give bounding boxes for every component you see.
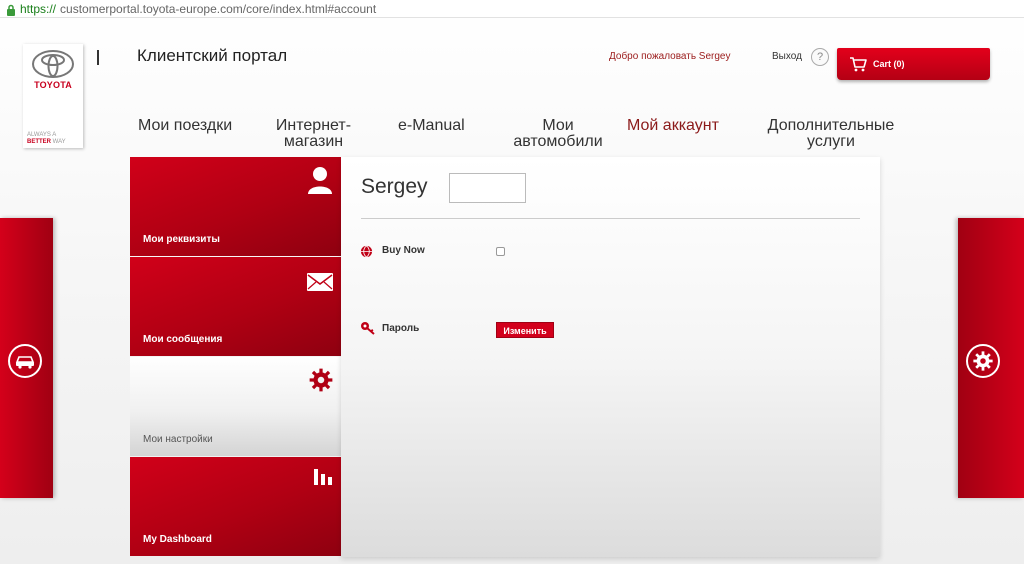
user-name-heading: Sergey	[361, 175, 428, 198]
cart-icon	[850, 57, 867, 72]
url-text: customerportal.toyota-europe.com/core/in…	[60, 1, 377, 16]
nav-item-online-shop[interactable]: Интернет-магазин	[266, 118, 361, 150]
globe-icon	[360, 245, 373, 263]
portal-title: Клиентский портал	[137, 46, 288, 65]
logo-brand-text: TOYOTA	[34, 80, 72, 90]
bar-chart-icon	[312, 465, 334, 490]
car-icon[interactable]	[8, 344, 42, 378]
settings-panel: Sergey Buy Now Пароль Изменить	[341, 157, 880, 557]
user-icon	[306, 165, 334, 198]
welcome-link[interactable]: Добро пожаловать Sergey	[609, 51, 731, 62]
nav-item-my-trips[interactable]: Мои поездки	[138, 118, 232, 134]
browser-url-bar[interactable]: https://customerportal.toyota-europe.com…	[0, 0, 1024, 18]
gear-icon[interactable]	[966, 344, 1000, 378]
help-icon[interactable]: ?	[811, 48, 829, 66]
nav-item-additional-services[interactable]: Дополнительные услуги	[756, 118, 906, 150]
nav-item-my-account[interactable]: Мой аккаунт	[627, 118, 719, 134]
tile-my-details[interactable]: Мои реквизиты	[130, 157, 341, 256]
nav-item-my-cars[interactable]: Мои автомобили	[506, 118, 610, 150]
account-tiles: Мои реквизиты Мои сообщения Мои настройк…	[130, 157, 341, 557]
tile-label: Мои реквизиты	[143, 234, 220, 245]
change-password-button[interactable]: Изменить	[496, 322, 554, 338]
tile-label: My Dashboard	[143, 534, 212, 545]
toyota-emblem-icon	[32, 50, 74, 78]
nav-item-e-manual[interactable]: e-Manual	[398, 118, 465, 134]
lock-icon	[6, 3, 16, 16]
envelope-icon	[306, 272, 334, 295]
url-protocol: https://	[20, 1, 57, 16]
right-side-panel[interactable]	[958, 218, 1024, 498]
gear-icon	[308, 367, 334, 396]
buy-now-label: Buy Now	[382, 245, 425, 256]
logout-link[interactable]: Выход	[772, 51, 802, 62]
buy-now-checkbox[interactable]	[496, 247, 505, 256]
tile-label: Мои сообщения	[143, 334, 223, 345]
key-icon	[360, 321, 376, 340]
left-side-panel[interactable]	[0, 218, 53, 498]
header-divider	[97, 50, 99, 65]
cart-label: Cart (0)	[873, 59, 905, 69]
password-label: Пароль	[382, 323, 420, 334]
main-nav: Мои поездки Интернет-магазин e-Manual Мо…	[0, 117, 1024, 157]
tile-my-settings[interactable]: Мои настройки	[130, 357, 341, 456]
tile-label: Мои настройки	[143, 434, 213, 445]
tile-my-messages[interactable]: Мои сообщения	[130, 257, 341, 356]
tile-my-dashboard[interactable]: My Dashboard	[130, 457, 341, 556]
divider	[361, 218, 860, 219]
cart-button[interactable]: Cart (0)	[837, 48, 990, 80]
name-input[interactable]	[449, 173, 526, 203]
